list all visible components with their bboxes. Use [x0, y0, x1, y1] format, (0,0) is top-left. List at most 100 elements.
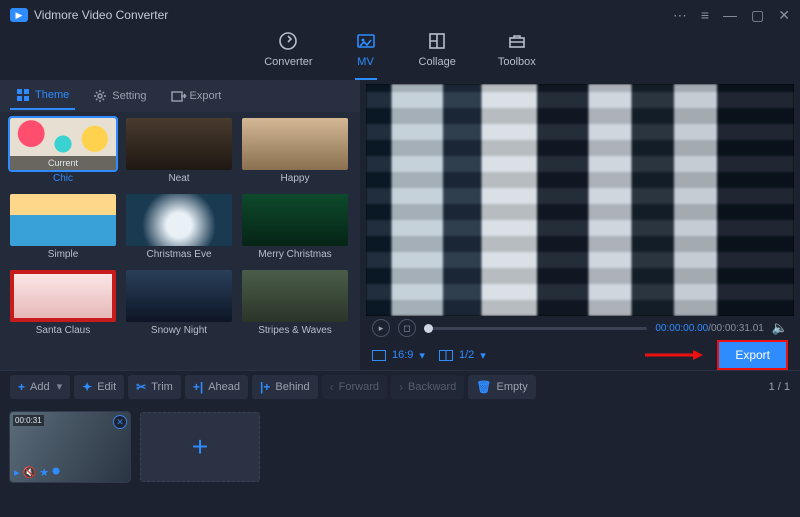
forward-button: ‹ Forward	[322, 375, 387, 399]
themes-grid: CurrentChicNeatHappy Simple Christmas Eve M…	[0, 112, 360, 370]
nav-converter[interactable]: Converter	[264, 30, 312, 80]
theme-label: Santa Claus	[36, 325, 90, 336]
behind-button[interactable]: |+ Behind	[252, 375, 318, 399]
page-dropdown[interactable]: 1/2 ▾	[439, 349, 486, 362]
clip-thumbnail[interactable]: 00:0:31 ✕ ▸ 🔇 ★ ⬣	[10, 412, 130, 482]
btn-label: Edit	[97, 381, 116, 393]
app-logo: ▶	[10, 8, 28, 22]
play-button[interactable]: ▸	[372, 319, 390, 337]
timeline-tray: 00:0:31 ✕ ▸ 🔇 ★ ⬣ +	[0, 402, 800, 497]
theme-thumb	[126, 194, 232, 246]
theme-label: Stripes & Waves	[258, 325, 332, 336]
nav-mv[interactable]: MV	[355, 30, 377, 80]
seek-slider[interactable]	[424, 327, 647, 330]
tab-theme[interactable]: Theme	[10, 82, 75, 110]
export-button[interactable]: Export	[717, 340, 788, 370]
ahead-icon: +|	[193, 380, 203, 394]
btn-label: Backward	[408, 381, 456, 393]
theme-simple[interactable]: Simple	[8, 194, 118, 264]
clip-duration: 00:0:31	[13, 415, 44, 426]
seek-handle[interactable]	[424, 324, 433, 333]
time-total: /00:00:31.01	[708, 323, 764, 334]
time-current: 00:00:00.00	[655, 323, 708, 334]
mute-icon[interactable]: 🔇	[23, 466, 37, 479]
theme-christmas-eve[interactable]: Christmas Eve	[124, 194, 234, 264]
add-clip-button[interactable]: +	[140, 412, 260, 482]
panel-tabs: Theme Setting Export	[0, 80, 360, 112]
menu-icon[interactable]: ≡	[701, 7, 709, 24]
theme-snowy-night[interactable]: Snowy Night	[124, 270, 234, 340]
add-button[interactable]: +Add▾	[10, 375, 70, 399]
current-badge: Current	[10, 156, 116, 170]
theme-thumb	[242, 270, 348, 322]
top-nav: Converter MV Collage Toolbox	[0, 30, 800, 80]
btn-label: Forward	[339, 381, 379, 393]
theme-thumb	[10, 270, 116, 322]
aspect-ratio-dropdown[interactable]: 16:9 ▾	[372, 349, 425, 362]
plus-icon: +	[18, 380, 25, 394]
trash-icon: 🗑	[476, 380, 491, 394]
theme-neat[interactable]: Neat	[124, 118, 234, 188]
preview-options: 16:9 ▾ 1/2 ▾ Export	[366, 340, 794, 370]
theme-thumb	[126, 270, 232, 322]
nav-label: Collage	[419, 56, 456, 68]
nav-label: Toolbox	[498, 56, 536, 68]
nav-label: MV	[357, 56, 374, 68]
btn-label: Empty	[497, 381, 528, 393]
page-indicator: 1 / 1	[769, 381, 790, 393]
app-title: Vidmore Video Converter	[34, 8, 168, 22]
trim-button[interactable]: ✂ Trim	[128, 375, 181, 399]
btn-label: Behind	[275, 381, 309, 393]
feedback-icon[interactable]: ⋯	[673, 7, 687, 24]
preview-panel: ▸ ◻ 00:00:00.00/00:00:31.01 🔈 16:9 ▾ 1/2…	[360, 80, 800, 370]
theme-label: Snowy Night	[151, 325, 207, 336]
backward-icon: ›	[399, 380, 403, 394]
empty-button[interactable]: 🗑 Empty	[468, 375, 535, 399]
star-icon[interactable]: ★	[39, 466, 49, 479]
theme-happy[interactable]: Happy	[240, 118, 350, 188]
maximize-icon[interactable]: ▢	[751, 7, 764, 24]
nav-collage[interactable]: Collage	[419, 30, 456, 80]
toolbox-icon	[506, 30, 528, 52]
theme-stripes-waves[interactable]: Stripes & Waves	[240, 270, 350, 340]
tab-label: Theme	[35, 89, 69, 101]
btn-label: Trim	[151, 381, 173, 393]
theme-label: Christmas Eve	[146, 249, 211, 260]
forward-icon: ‹	[330, 380, 334, 394]
preview-image	[366, 84, 794, 316]
theme-thumb	[242, 118, 348, 170]
close-icon[interactable]: ✕	[778, 7, 790, 24]
tab-setting[interactable]: Setting	[87, 83, 152, 109]
picture-icon	[355, 30, 377, 52]
theme-thumb	[126, 118, 232, 170]
stop-button[interactable]: ◻	[398, 319, 416, 337]
main-area: Theme Setting Export CurrentChicNeatHapp…	[0, 80, 800, 370]
gear-icon	[93, 89, 107, 103]
theme-santa-claus[interactable]: Santa Claus	[8, 270, 118, 340]
effects-icon[interactable]: ⬣	[52, 466, 60, 479]
clip-toolbar: +Add▾ ✦Edit ✂Trim +|Ahead |+Behind ‹Forw…	[0, 370, 800, 402]
btn-label: Add	[30, 381, 50, 393]
behind-icon: |+	[260, 380, 270, 394]
split-icon	[439, 350, 453, 361]
volume-icon[interactable]: 🔈	[772, 320, 788, 336]
tab-label: Export	[190, 90, 222, 102]
edit-button[interactable]: ✦Edit	[74, 375, 124, 399]
chevron-down-icon: ▾	[419, 349, 425, 362]
page-value: 1/2	[459, 349, 474, 361]
play-icon[interactable]: ▸	[14, 466, 20, 479]
theme-chic[interactable]: CurrentChic	[8, 118, 118, 188]
theme-merry-christmas[interactable]: Merry Christmas	[240, 194, 350, 264]
theme-panel: Theme Setting Export CurrentChicNeatHapp…	[0, 80, 360, 370]
ahead-button[interactable]: +| Ahead	[185, 375, 248, 399]
video-preview[interactable]	[366, 84, 794, 316]
playback-controls: ▸ ◻ 00:00:00.00/00:00:31.01 🔈	[366, 316, 794, 340]
tab-export[interactable]: Export	[165, 83, 228, 109]
grid-icon	[426, 30, 448, 52]
btn-label: Ahead	[208, 381, 240, 393]
theme-thumb: Current	[10, 118, 116, 170]
nav-toolbox[interactable]: Toolbox	[498, 30, 536, 80]
scissors-icon: ✂	[136, 380, 146, 394]
minimize-icon[interactable]: ―	[723, 7, 737, 24]
remove-clip-button[interactable]: ✕	[113, 415, 127, 429]
